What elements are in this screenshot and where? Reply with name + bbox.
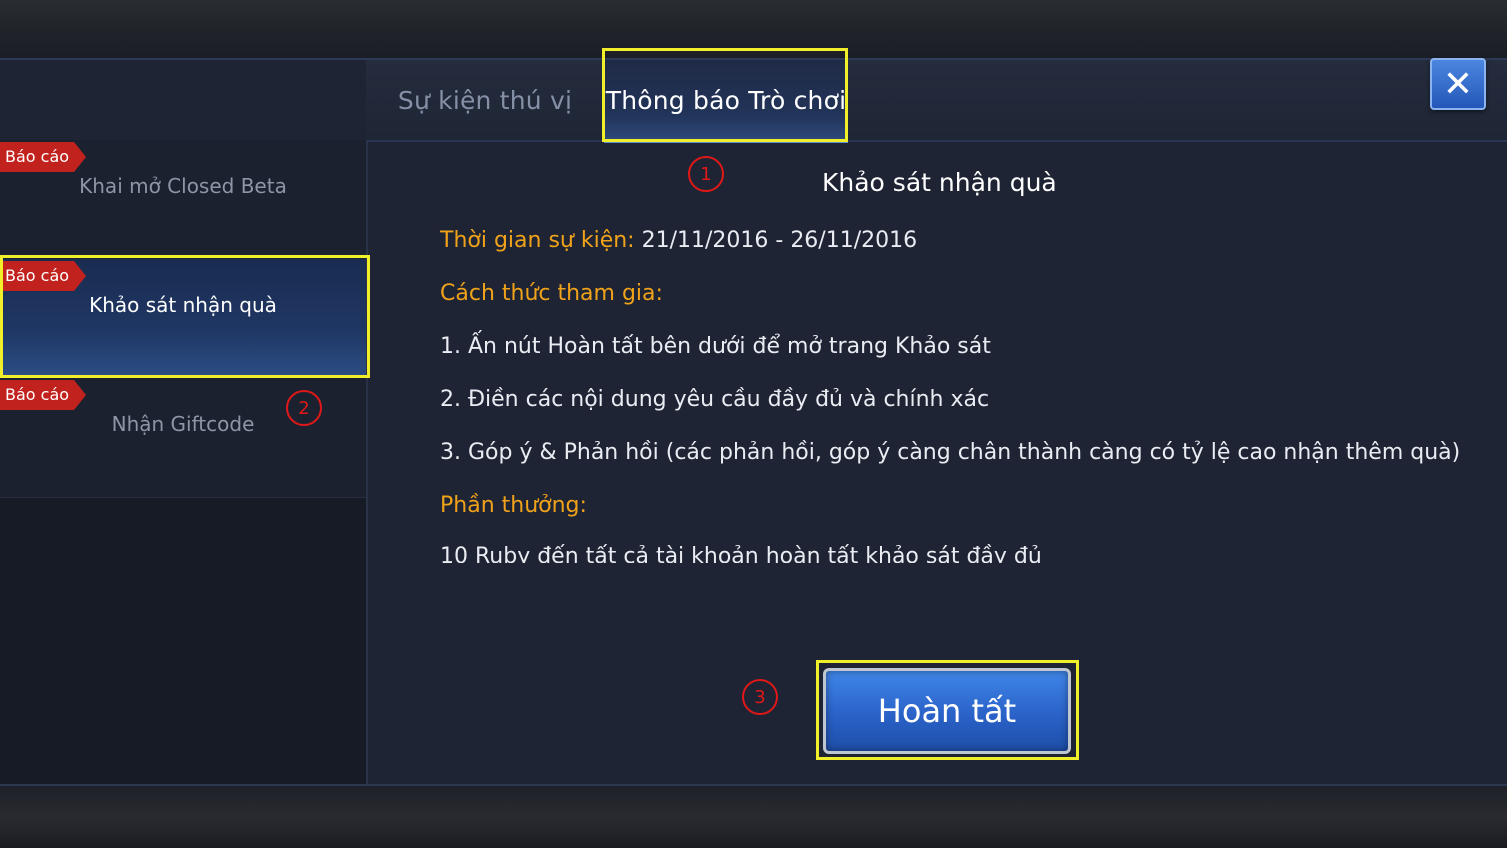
sidebar-item-label: Khai mở Closed Beta (79, 174, 287, 198)
step-marker-3: 3 (742, 679, 778, 715)
step-3: 3. Góp ý & Phản hồi (các phản hồi, góp ý… (440, 440, 1461, 465)
participation-label: Cách thức tham gia: (440, 281, 663, 306)
sidebar: Báo cáo Khai mở Closed Beta Báo cáo Khảo… (0, 140, 368, 786)
close-button[interactable]: ✕ (1430, 58, 1486, 110)
close-icon: ✕ (1442, 63, 1474, 105)
top-background (0, 0, 1507, 58)
event-time: Thời gian sự kiện: 21/11/2016 - 26/11/20… (440, 228, 917, 253)
sidebar-item-survey[interactable]: Báo cáo Khảo sát nhận quà (0, 259, 366, 379)
step-marker-1: 1 (688, 156, 724, 192)
report-badge: Báo cáo (0, 142, 86, 172)
done-button[interactable]: Hoàn tất (823, 668, 1071, 754)
tab-bar: Sự kiện thú vị Thông báo Trò chơi (366, 60, 1507, 143)
event-time-value: 21/11/2016 - 26/11/2016 (634, 228, 918, 253)
bottom-background (0, 784, 1507, 848)
sidebar-item-label: Khảo sát nhận quà (89, 293, 277, 317)
sidebar-item-closed-beta[interactable]: Báo cáo Khai mở Closed Beta (0, 140, 366, 260)
article-title: Khảo sát nhận quà (822, 168, 1057, 197)
tab-events[interactable]: Sự kiện thú vị (366, 60, 604, 140)
report-badge: Báo cáo (0, 380, 86, 410)
reward-text: 10 Ruby đến tất cả tài khoản hoàn tất kh… (440, 544, 1042, 563)
content-scroll-clip: 10 Ruby đến tất cả tài khoản hoàn tất kh… (0, 540, 1507, 563)
step-2: 2. Điền các nội dung yêu cầu đầy đủ và c… (440, 387, 990, 412)
reward-label: Phần thưởng: (440, 493, 587, 518)
report-badge: Báo cáo (0, 261, 86, 291)
tab-game-notice[interactable]: Thông báo Trò chơi (604, 60, 848, 143)
notice-window: Báo cáo Khai mở Closed Beta Báo cáo Khảo… (0, 58, 1507, 786)
step-marker-2: 2 (286, 390, 322, 426)
event-time-label: Thời gian sự kiện: (440, 228, 635, 253)
step-1: 1. Ấn nút Hoàn tất bên dưới để mở trang … (440, 334, 991, 359)
